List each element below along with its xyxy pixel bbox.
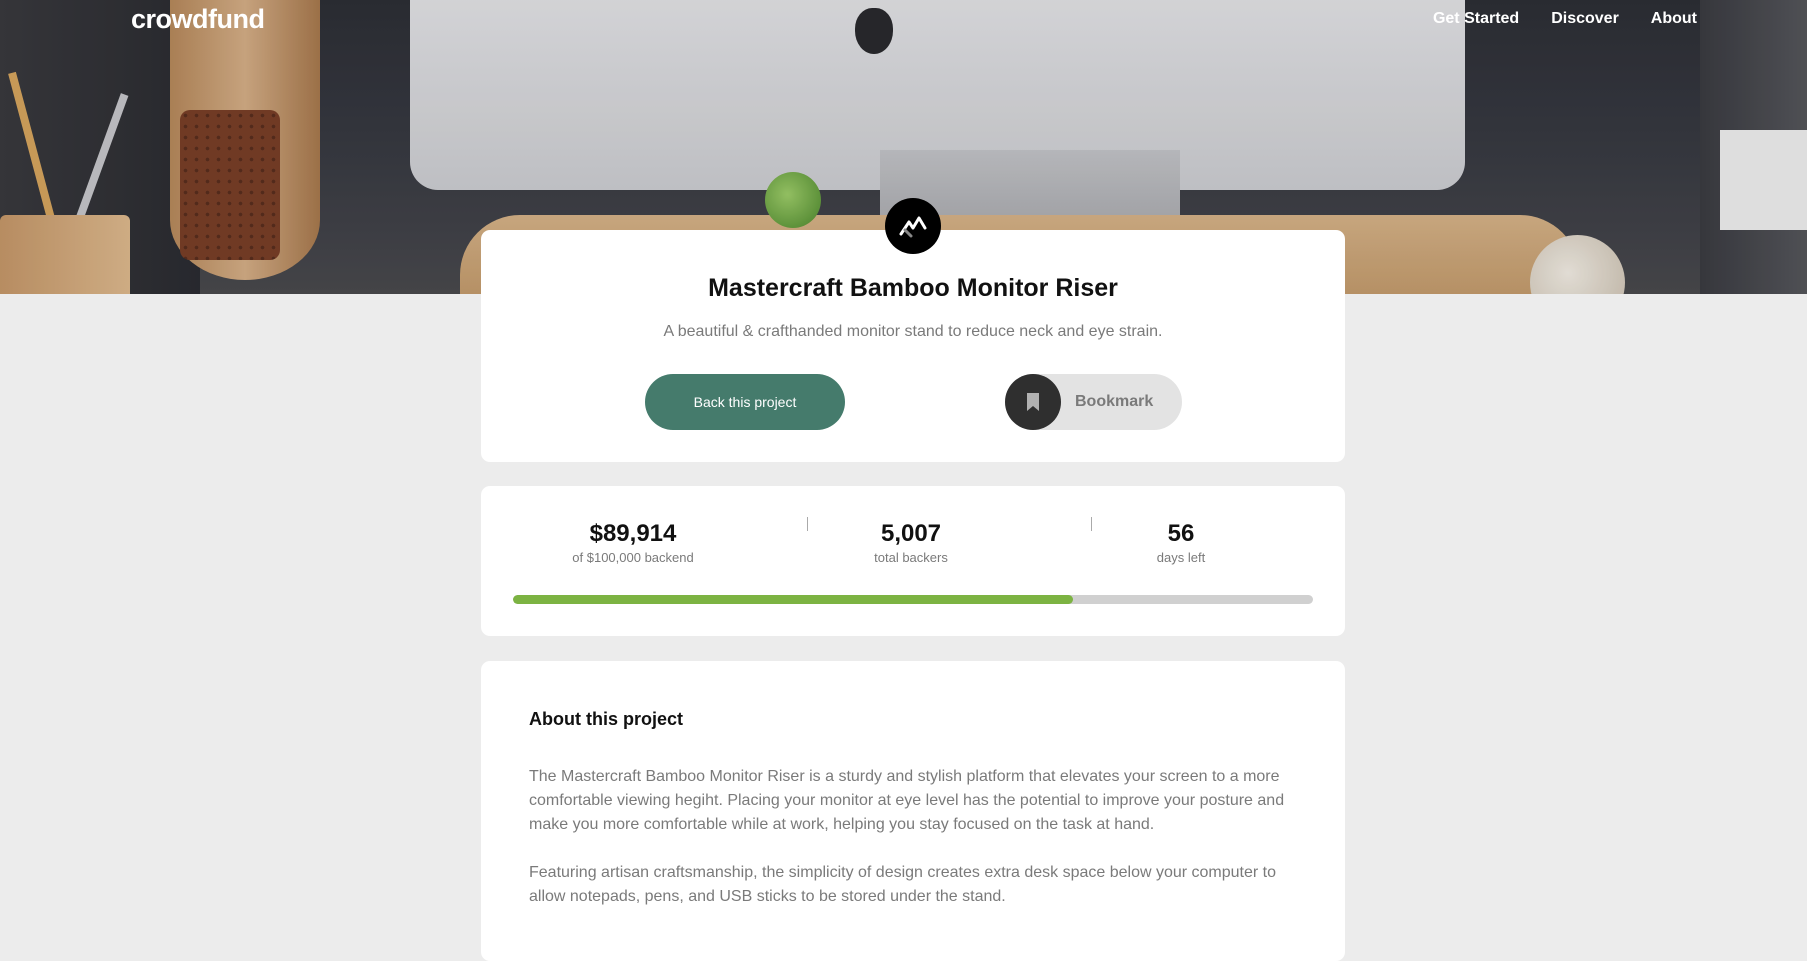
days-left-label: days left: [1156, 550, 1206, 565]
top-nav: crowdfund Get Started Discover About: [0, 0, 1807, 40]
backers-label: total backers: [874, 550, 948, 565]
logo[interactable]: crowdfund: [131, 4, 265, 35]
nav-link-get-started[interactable]: Get Started: [1433, 10, 1519, 28]
stat-backed: $89,914 of $100,000 backend: [523, 520, 743, 565]
nav-link-discover[interactable]: Discover: [1551, 10, 1619, 28]
funding-progress-bar: [513, 595, 1313, 604]
nav-links: Get Started Discover About: [1433, 10, 1697, 28]
days-left-count: 56: [1167, 520, 1195, 547]
about-paragraph: Featuring artisan craftsmanship, the sim…: [529, 864, 1277, 905]
about-paragraph: The Mastercraft Bamboo Monitor Riser is …: [529, 768, 1285, 833]
bookmark-button[interactable]: Bookmark: [1005, 374, 1182, 430]
about-card: About this project The Mastercraft Bambo…: [481, 661, 1345, 961]
funding-progress-fill: [513, 595, 1073, 604]
stat-days-left: 56 days left: [1071, 520, 1291, 565]
mastercraft-logo-icon: [885, 198, 941, 254]
back-project-button[interactable]: Back this project: [645, 374, 845, 430]
project-description: A beautiful & crafthanded monitor stand …: [663, 323, 1163, 340]
backed-label: of $100,000 backend: [572, 550, 694, 565]
stats-card: $89,914 of $100,000 backend 5,007 total …: [481, 486, 1345, 636]
project-title: Mastercraft Bamboo Monitor Riser: [708, 274, 1118, 302]
bookmark-label: Bookmark: [1075, 393, 1154, 410]
about-title: About this project: [529, 709, 683, 729]
backers-count: 5,007: [880, 520, 942, 547]
backed-amount: $89,914: [589, 520, 677, 547]
nav-link-about[interactable]: About: [1651, 10, 1697, 28]
stat-backers: 5,007 total backers: [801, 520, 1021, 565]
bookmark-icon: [1005, 374, 1061, 430]
project-intro-card: Mastercraft Bamboo Monitor Riser A beaut…: [481, 230, 1345, 462]
